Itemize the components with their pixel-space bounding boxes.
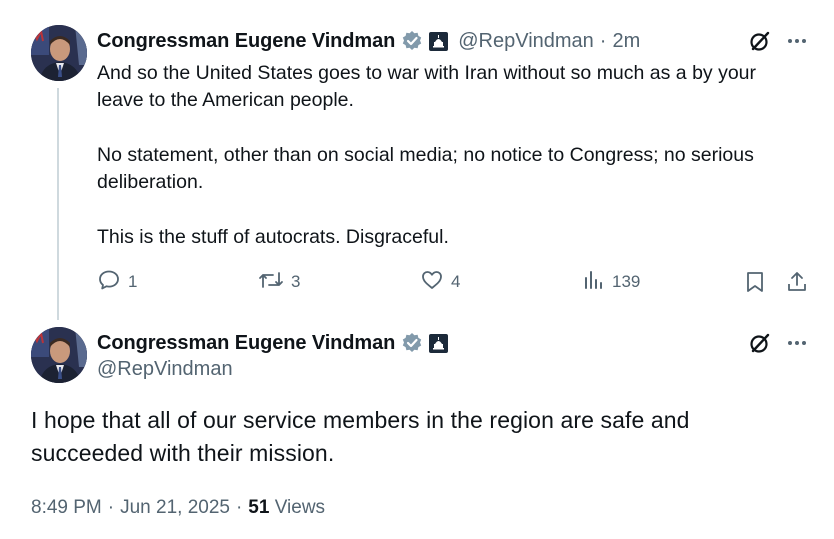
avatar-photo bbox=[31, 327, 87, 383]
separator-dot: · bbox=[599, 29, 607, 52]
more-icon[interactable] bbox=[784, 331, 810, 355]
avatar[interactable] bbox=[31, 25, 87, 81]
capitol-government-badge-icon bbox=[429, 31, 449, 51]
avatar[interactable] bbox=[31, 327, 87, 383]
avatar-photo bbox=[31, 25, 87, 81]
post-timestamp[interactable]: 2m bbox=[612, 30, 640, 53]
post-metadata: 8:49 PM · Jun 21, 2025 · 51 Views bbox=[31, 497, 325, 519]
capitol-government-badge-icon bbox=[429, 333, 449, 353]
thread-connector-line bbox=[57, 88, 59, 320]
author-name[interactable]: Congressman Eugene Vindman bbox=[97, 332, 395, 355]
author-name[interactable]: Congressman Eugene Vindman bbox=[97, 30, 395, 53]
main-post-header: Congressman Eugene Vindman bbox=[97, 330, 449, 356]
like-count: 4 bbox=[451, 272, 461, 291]
repost-button[interactable]: 3 bbox=[258, 270, 300, 294]
views-label: Views bbox=[274, 497, 326, 518]
like-icon bbox=[420, 268, 444, 297]
post-date[interactable]: Jun 21, 2025 bbox=[120, 497, 230, 519]
views-count: 139 bbox=[612, 272, 641, 291]
reply-count: 1 bbox=[128, 272, 138, 291]
post-paragraph: And so the United States goes to war wit… bbox=[97, 62, 757, 111]
reply-icon bbox=[97, 268, 121, 297]
analytics-icon bbox=[583, 268, 605, 297]
like-button[interactable]: 4 bbox=[420, 270, 460, 294]
post-paragraph: No statement, other than on social media… bbox=[97, 144, 754, 193]
repost-count: 3 bbox=[291, 272, 301, 291]
views-count: 51 bbox=[248, 497, 270, 518]
share-icon[interactable] bbox=[785, 270, 809, 294]
grok-icon[interactable] bbox=[746, 27, 774, 55]
bookmark-icon[interactable] bbox=[743, 270, 767, 294]
post-time[interactable]: 8:49 PM bbox=[31, 497, 102, 519]
author-handle[interactable]: @RepVindman bbox=[97, 358, 233, 381]
post-paragraph: This is the stuff of autocrats. Disgrace… bbox=[97, 226, 449, 248]
separator-dot: · bbox=[107, 497, 115, 518]
analytics-button[interactable]: 139 bbox=[583, 270, 640, 294]
grok-icon[interactable] bbox=[746, 329, 774, 357]
verified-badge-icon bbox=[401, 332, 423, 354]
reply-button[interactable]: 1 bbox=[97, 270, 137, 294]
author-handle[interactable]: @RepVindman bbox=[458, 30, 594, 53]
main-post-text: I hope that all of our service members i… bbox=[31, 407, 690, 466]
separator-dot: · bbox=[235, 497, 243, 518]
verified-badge-icon bbox=[401, 30, 423, 52]
quoted-post-header: Congressman Eugene Vindman @RepVindman ·… bbox=[97, 28, 640, 54]
views-info[interactable]: 51 Views bbox=[248, 497, 325, 519]
repost-icon bbox=[258, 268, 284, 297]
quoted-post-body: And so the United States goes to war wit… bbox=[97, 60, 787, 251]
more-icon[interactable] bbox=[784, 29, 810, 53]
